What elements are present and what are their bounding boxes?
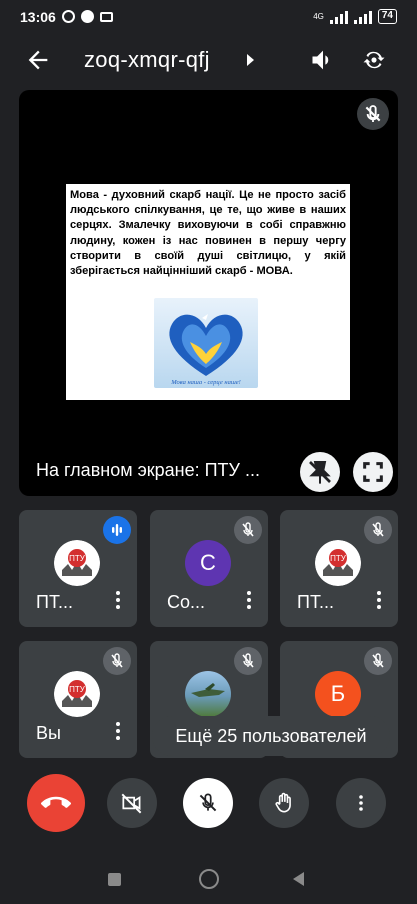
participant-tile[interactable]: С Со... [150,510,268,627]
raise-hand-button[interactable] [259,778,309,828]
fullscreen-button[interactable] [353,452,393,492]
participant-tile[interactable]: ПТУ ПТ... [280,510,398,627]
participant-tile[interactable]: ПТУ ПТ... [19,510,137,627]
letter-avatar: С [185,540,231,586]
mic-off-icon [364,516,392,544]
camera-toggle-button[interactable] [107,778,157,828]
alarm-icon [62,10,75,23]
status-time: 13:06 [20,9,56,25]
ptu-logo-avatar: ПТУ [54,540,100,586]
avatar-letter: С [200,550,216,575]
nav-back-icon[interactable] [293,872,304,886]
home-icon[interactable] [199,869,219,889]
network-type: 4G [313,12,324,21]
mic-off-icon [103,647,131,675]
participant-name: Вы [36,723,61,743]
participant-name: Со... [167,592,206,612]
unpin-icon [309,461,331,484]
unpin-button[interactable] [300,452,340,492]
status-icons [62,10,113,23]
svg-text:ПТУ: ПТУ [69,685,86,694]
slide-illustration: Мова наша - серце наше! [154,298,258,388]
end-call-button[interactable] [27,774,85,832]
mic-off-icon [234,516,262,544]
meeting-top-bar: zoq-xmqr-qfj [0,34,417,86]
slide-text: Мова - духовний скарб нації. Це не прост… [70,189,346,278]
ptu-logo-avatar: ПТУ [54,671,100,717]
ptu-logo-avatar: ПТУ [315,540,361,586]
hang-up-icon [41,796,71,808]
meeting-code[interactable]: zoq-xmqr-qfj [84,47,210,73]
recents-icon[interactable] [108,873,121,886]
status-right: 4G 74 [313,9,397,24]
hand-icon [275,792,291,813]
presenting-caption: На главном экране: ПТУ ... [36,460,260,480]
no-disturb-icon [81,10,94,23]
mic-toggle-button[interactable] [183,778,233,828]
more-vert-icon[interactable] [377,591,382,609]
heart-hands-image: Мова наша - серце наше! [169,314,243,386]
mic-off-icon [365,105,381,122]
image-caption: Мова наша - серце наше! [170,379,241,386]
more-vert-icon[interactable] [116,722,121,740]
switch-camera-icon[interactable] [360,46,388,74]
videocam-off-icon [121,793,142,814]
svg-text:ПТУ: ПТУ [330,554,347,563]
more-options-button[interactable] [336,778,386,828]
screen-record-icon [100,12,113,22]
letter-avatar: Б [315,671,361,717]
signal-icon-2 [353,10,372,24]
back-arrow-icon[interactable] [24,46,52,74]
svg-text:ПТУ: ПТУ [69,554,86,563]
photo-avatar [185,671,231,717]
participant-name: ПТ... [297,592,334,612]
system-nav-bar [0,856,417,904]
more-participants-pill[interactable]: Ещё 25 пользователей [152,716,390,756]
more-vert-icon[interactable] [247,591,252,609]
presentation-mute-indicator [357,98,389,130]
status-bar: 13:06 4G 74 [0,0,417,34]
more-vert-icon[interactable] [116,591,121,609]
chevron-right-icon[interactable] [247,54,254,66]
speaking-indicator-icon [103,516,131,544]
participant-name: ПТ... [36,592,73,612]
mic-off-icon [234,647,262,675]
signal-icon [329,10,348,24]
avatar-letter: Б [330,681,346,706]
battery-level: 74 [377,9,397,24]
mic-off-icon [364,647,392,675]
more-vert-icon [359,795,363,811]
fullscreen-icon [363,462,383,482]
speaker-icon[interactable] [309,46,337,74]
mic-off-icon [199,793,217,812]
participant-tile[interactable]: ПТУ Вы [19,641,137,758]
